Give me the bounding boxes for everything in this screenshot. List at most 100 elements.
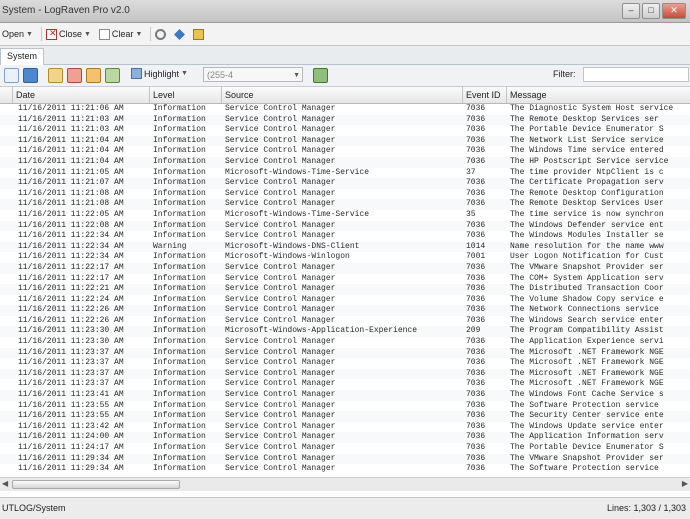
table-row[interactable]: 11/16/2011 11:22:08 AM Information Service… (0, 220, 690, 232)
table-row[interactable]: 11/16/2011 11:23:30 AM Information Service… (0, 337, 690, 348)
table-row[interactable]: 11/16/2011 11:24:17 AM Information Service… (0, 443, 690, 454)
column-header-message[interactable]: Message (507, 87, 690, 103)
table-row[interactable]: 11/16/2011 11:21:08 AM Information Service… (0, 189, 690, 200)
cell-event: 7036 (466, 464, 486, 474)
filter-level-4-icon[interactable] (105, 68, 120, 83)
cell-level: Information (153, 432, 206, 442)
close-document-icon: ✕ (45, 28, 57, 40)
cell-source: Service Control Manager (225, 421, 336, 431)
column-header-event-id[interactable]: Event ID (463, 87, 507, 103)
cell-level: Information (153, 273, 206, 283)
table-row[interactable]: 11/16/2011 11:23:37 AM Information Service… (0, 368, 690, 380)
table-row[interactable]: 11/16/2011 11:23:37 AM Information Service… (0, 347, 690, 359)
cell-date: 11/16/2011 11:23:37 AM (18, 368, 124, 378)
cell-level: Information (153, 262, 206, 272)
maximize-button[interactable]: □ (642, 3, 660, 19)
cell-level: Information (153, 390, 206, 400)
column-header-date[interactable]: Date (13, 87, 150, 103)
cell-event: 7036 (466, 104, 486, 113)
table-row[interactable]: 11/16/2011 11:22:26 AM Information Service… (0, 305, 690, 316)
cell-message: The Microsoft .NET Framework NGE (510, 368, 664, 378)
column-header-icon[interactable] (0, 87, 13, 103)
table-row[interactable]: 11/16/2011 11:23:30 AM Information Microso… (0, 326, 690, 338)
highlight-combo[interactable]: (255-4 ▼ (203, 67, 303, 82)
open-menu-button[interactable]: Open ▼ (0, 29, 39, 39)
filter-input[interactable] (583, 67, 689, 82)
scroll-right-icon[interactable]: ▶ (682, 479, 688, 488)
cell-event: 7036 (466, 337, 486, 347)
cell-level: Information (153, 125, 206, 135)
window-controls: – □ ✕ (622, 3, 686, 19)
table-row[interactable]: 11/16/2011 11:23:41 AM Information Service… (0, 390, 690, 401)
table-row[interactable]: 11/16/2011 11:21:08 AM Information Service… (0, 199, 690, 210)
clear-menu-button[interactable]: Clear ▼ (97, 28, 148, 40)
table-row[interactable]: 11/16/2011 11:23:42 AM Information Service… (0, 422, 690, 433)
table-row[interactable]: 11/16/2011 11:21:04 AM Information Service… (0, 135, 690, 147)
notes-button[interactable] (191, 28, 210, 40)
table-row[interactable]: 11/16/2011 11:29:34 AM Information Service… (0, 453, 690, 465)
filter-level-3-icon[interactable] (86, 68, 101, 83)
cell-level: Information (153, 358, 206, 368)
cell-date: 11/16/2011 11:23:55 AM (18, 400, 124, 410)
table-row[interactable]: 11/16/2011 11:21:07 AM Information Service… (0, 178, 690, 189)
close-menu-button[interactable]: ✕ Close ▼ (44, 28, 97, 40)
table-row[interactable]: 11/16/2011 11:23:55 AM Information Service… (0, 401, 690, 412)
table-row[interactable]: 11/16/2011 11:21:06 AM Information Service… (0, 104, 690, 115)
autoscroll-icon[interactable] (23, 68, 38, 83)
table-row[interactable]: 11/16/2011 11:23:37 AM Information Service… (0, 379, 690, 390)
column-header-level[interactable]: Level (150, 87, 222, 103)
table-row[interactable]: 11/16/2011 11:21:04 AM Information Service… (0, 156, 690, 168)
table-row[interactable]: 11/16/2011 11:21:03 AM Information Service… (0, 114, 690, 126)
view-list-icon[interactable] (4, 68, 19, 83)
close-window-button[interactable]: ✕ (662, 3, 686, 19)
table-row[interactable]: 11/16/2011 11:22:21 AM Information Service… (0, 284, 690, 295)
horizontal-scrollbar[interactable]: ◀ ▶ (0, 477, 690, 491)
cell-message: The Application Information serv (510, 432, 664, 442)
cell-date: 11/16/2011 11:23:41 AM (18, 390, 124, 400)
filter-level-2-icon[interactable] (67, 68, 82, 83)
toolbar-divider (40, 27, 42, 41)
cell-source: Service Control Manager (225, 114, 336, 124)
table-row[interactable]: 11/16/2011 11:22:34 AM Information Microso… (0, 252, 690, 263)
status-log-path: UTLOG/System (2, 503, 66, 513)
table-row[interactable]: 11/16/2011 11:22:05 AM Information Microso… (0, 210, 690, 221)
pin-button[interactable] (172, 28, 191, 40)
cell-level: Information (153, 135, 206, 145)
table-row[interactable]: 11/16/2011 11:22:34 AM Warning Microsoft-W… (0, 241, 690, 253)
settings-button[interactable] (153, 28, 172, 40)
table-row[interactable]: 11/16/2011 11:21:04 AM Information Service… (0, 146, 690, 157)
highlight-label: Highlight (144, 68, 180, 79)
minimize-button[interactable]: – (622, 3, 640, 19)
cell-level: Information (153, 114, 206, 124)
chevron-down-icon: ▼ (135, 30, 143, 38)
table-row[interactable]: 11/16/2011 11:24:00 AM Information Service… (0, 432, 690, 443)
cell-message: The Microsoft .NET Framework NGE (510, 379, 664, 389)
table-row[interactable]: 11/16/2011 11:21:05 AM Information Microso… (0, 168, 690, 179)
table-row[interactable]: 11/16/2011 11:23:55 AM Information Service… (0, 411, 690, 422)
highlight-button[interactable]: Highlight ▼ (131, 68, 188, 79)
cell-message: The COM+ System Application serv (510, 273, 664, 283)
cell-source: Service Control Manager (225, 273, 336, 283)
cell-date: 11/16/2011 11:21:06 AM (18, 104, 124, 113)
table-row[interactable]: 11/16/2011 11:22:34 AM Information Service… (0, 231, 690, 242)
filter-level-1-icon[interactable] (48, 68, 63, 83)
table-row[interactable]: 11/16/2011 11:22:17 AM Information Service… (0, 274, 690, 285)
scroll-left-icon[interactable]: ◀ (2, 479, 8, 488)
table-row[interactable]: 11/16/2011 11:22:26 AM Information Service… (0, 316, 690, 327)
cell-level: Information (153, 347, 206, 357)
tab-system[interactable]: System (0, 48, 45, 65)
table-row[interactable]: 11/16/2011 11:29:34 AM Information Service… (0, 464, 690, 475)
cell-message: The Software Protection service (510, 400, 659, 410)
table-row[interactable]: 11/16/2011 11:21:03 AM Information Service… (0, 125, 690, 136)
export-icon[interactable] (313, 68, 328, 83)
column-header-source[interactable]: Source (222, 87, 463, 103)
scrollbar-thumb[interactable] (12, 480, 180, 489)
table-row[interactable]: 11/16/2011 11:22:17 AM Information Service… (0, 262, 690, 274)
cell-level: Information (153, 305, 206, 315)
table-row[interactable]: 11/16/2011 11:23:37 AM Information Service… (0, 358, 690, 369)
cell-message: The Certificate Propagation serv (510, 178, 664, 188)
cell-event: 7036 (466, 156, 486, 166)
cell-event: 7036 (466, 432, 486, 442)
cell-event: 7036 (466, 453, 486, 463)
table-row[interactable]: 11/16/2011 11:22:24 AM Information Service… (0, 295, 690, 306)
